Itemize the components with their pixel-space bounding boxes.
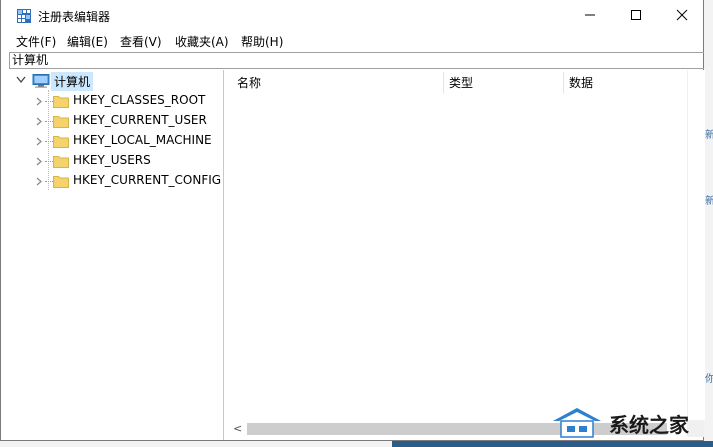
tree-node-label: HKEY_CLASSES_ROOT <box>73 93 206 107</box>
minimize-icon <box>585 14 595 16</box>
tree-node-hkcc[interactable]: HKEY_CURRENT_CONFIG <box>9 171 224 191</box>
tree-node-hkcr[interactable]: HKEY_CLASSES_ROOT <box>9 91 224 111</box>
close-icon <box>676 9 688 21</box>
tree-node-label: HKEY_CURRENT_CONFIG <box>73 173 222 187</box>
folder-icon <box>53 136 69 148</box>
vertical-scrollbar[interactable] <box>687 70 705 420</box>
folder-icon <box>53 176 69 188</box>
menu-favorites[interactable]: 收藏夹(A) <box>175 33 229 50</box>
regedit-window: 注册表编辑器 文件(F) 编辑(E) 查看(V) 收藏夹(A) 帮助(H) 计算… <box>0 0 705 441</box>
background-taskbar-strip <box>0 441 713 447</box>
background-window-strip: 新 新 你 <box>704 0 713 447</box>
key-tree-pane[interactable]: 计算机 HKEY_CLASSES_ROOT HKEY_CURRENT_USER … <box>9 70 224 440</box>
folder-icon <box>53 96 69 108</box>
title-bar[interactable]: 注册表编辑器 <box>1 0 704 32</box>
chevron-right-icon[interactable] <box>36 117 42 126</box>
watermark-text: 系统之家 <box>609 413 689 437</box>
tree-node-label: HKEY_USERS <box>73 153 151 167</box>
chevron-down-icon[interactable] <box>16 76 26 84</box>
column-divider[interactable] <box>443 72 444 94</box>
scroll-left-arrow[interactable]: < <box>233 422 242 435</box>
menu-help[interactable]: 帮助(H) <box>241 33 283 50</box>
tree-node-computer[interactable]: 计算机 <box>9 71 224 91</box>
background-fragment: 你 <box>705 374 713 385</box>
maximize-icon <box>631 10 641 20</box>
chevron-right-icon[interactable] <box>36 137 42 146</box>
menu-file[interactable]: 文件(F) <box>16 33 56 50</box>
values-list-pane[interactable]: 名称 类型 数据 <box>229 70 704 440</box>
chevron-right-icon[interactable] <box>36 157 42 166</box>
menu-edit[interactable]: 编辑(E) <box>67 33 108 50</box>
computer-icon <box>32 74 50 88</box>
chevron-right-icon[interactable] <box>36 177 42 186</box>
background-fragment: 新 <box>705 196 713 207</box>
menu-view[interactable]: 查看(V) <box>120 33 162 50</box>
minimize-button[interactable] <box>567 0 613 30</box>
folder-icon <box>53 116 69 128</box>
column-divider[interactable] <box>563 72 564 94</box>
close-button[interactable] <box>659 0 705 30</box>
background-fragment: 新 <box>705 130 713 141</box>
tree-root-label: 计算机 <box>51 72 94 91</box>
column-header-name[interactable]: 名称 <box>237 74 261 91</box>
column-header-type[interactable]: 类型 <box>449 74 473 91</box>
folder-icon <box>53 156 69 168</box>
house-logo-icon <box>553 408 601 438</box>
tree-node-hkcu[interactable]: HKEY_CURRENT_USER <box>9 111 224 131</box>
address-bar[interactable]: 计算机 <box>9 52 704 69</box>
menu-bar: 文件(F) 编辑(E) 查看(V) 收藏夹(A) 帮助(H) <box>1 32 704 50</box>
maximize-button[interactable] <box>613 0 659 30</box>
tree-node-hku[interactable]: HKEY_USERS <box>9 151 224 171</box>
tree-node-label: HKEY_CURRENT_USER <box>73 113 207 127</box>
tree-node-hklm[interactable]: HKEY_LOCAL_MACHINE <box>9 131 224 151</box>
tree-node-label: HKEY_LOCAL_MACHINE <box>73 133 212 147</box>
registry-app-icon <box>17 9 31 23</box>
window-title: 注册表编辑器 <box>38 10 111 24</box>
watermark-logo: 系统之家 <box>547 405 707 439</box>
column-header-data[interactable]: 数据 <box>569 74 593 91</box>
chevron-right-icon[interactable] <box>36 97 42 106</box>
